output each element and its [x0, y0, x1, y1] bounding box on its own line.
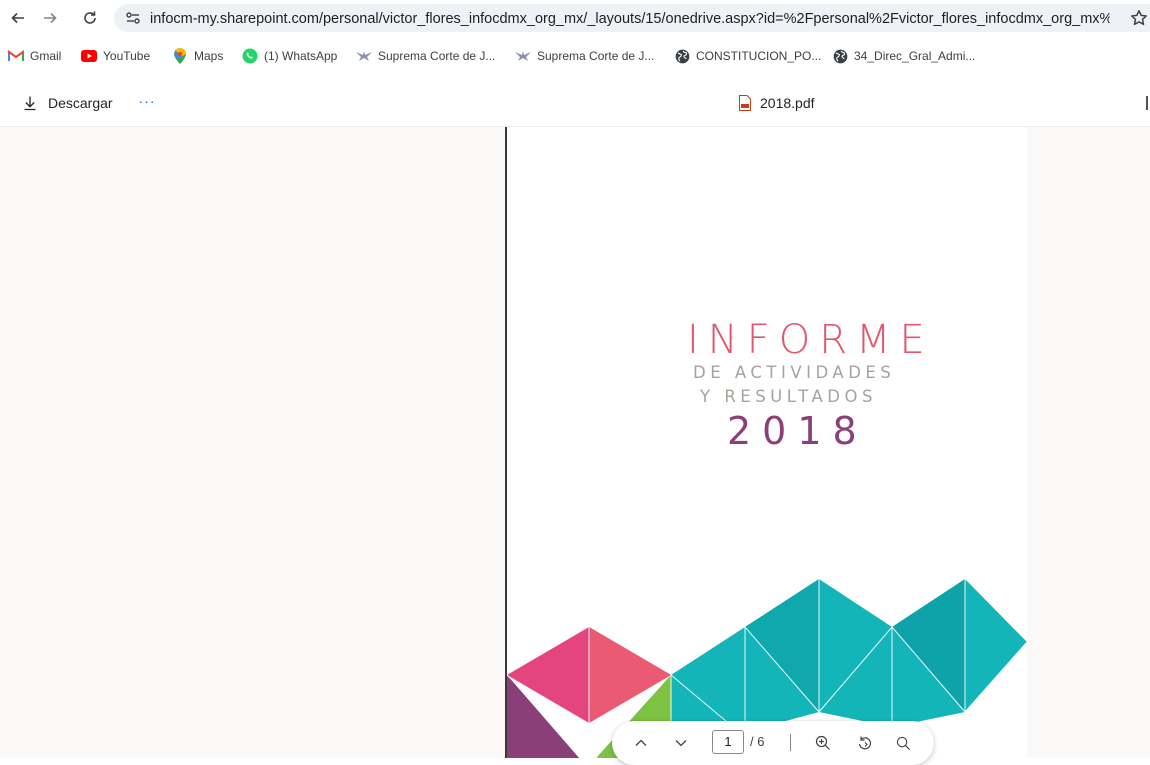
- gmail-icon: [8, 48, 24, 64]
- pager-divider: [790, 734, 791, 751]
- forward-arrow-icon[interactable]: [38, 6, 62, 30]
- cover-title: INFORME: [687, 317, 934, 363]
- url-text[interactable]: infocm-my.sharepoint.com/personal/victor…: [150, 10, 1110, 28]
- download-label: Descargar: [48, 95, 113, 111]
- browser-address-row: infocm-my.sharepoint.com/personal/victor…: [0, 0, 1150, 36]
- bookmark-label: CONSTITUCION_PO...: [696, 49, 822, 63]
- eagle-icon: [356, 48, 372, 64]
- bookmark-label: (1) WhatsApp: [264, 49, 338, 63]
- search-icon[interactable]: [892, 732, 914, 754]
- page-total: / 6: [750, 734, 765, 749]
- bookmark-gmail[interactable]: Gmail: [8, 44, 61, 68]
- bookmark-constitucion[interactable]: CONSTITUCION_PO...: [674, 44, 821, 68]
- whatsapp-icon: [242, 48, 258, 64]
- rotate-icon[interactable]: [854, 732, 876, 754]
- bookmark-youtube[interactable]: YouTube: [81, 44, 150, 68]
- globe-icon: [832, 48, 848, 64]
- bookmarks-bar: Gmail YouTube Maps (1) WhatsApp Suprema …: [0, 44, 1150, 68]
- maps-icon: [172, 48, 188, 64]
- bookmark-direc-gral[interactable]: 34_Direc_Gral_Admi...: [832, 44, 975, 68]
- pdf-file-icon: [739, 95, 751, 111]
- toolbar-divider: [1146, 96, 1148, 110]
- chevron-up-icon[interactable]: [630, 732, 652, 754]
- bookmark-label: 34_Direc_Gral_Admi...: [854, 49, 976, 63]
- cover-year: 2018: [727, 409, 868, 453]
- download-button[interactable]: Descargar: [22, 92, 113, 114]
- document-canvas[interactable]: INFORME DE ACTIVIDADES Y RESULTADOS 2018: [0, 127, 1150, 758]
- eagle-icon: [515, 48, 531, 64]
- site-info-icon[interactable]: [124, 9, 142, 27]
- file-title: 2018.pdf: [738, 92, 815, 114]
- more-options-button[interactable]: ···: [136, 90, 158, 112]
- bookmark-label: Maps: [194, 49, 224, 63]
- page-navigation-bar: 1 / 6: [612, 721, 934, 765]
- bookmark-star-icon[interactable]: [1128, 7, 1150, 29]
- reload-icon[interactable]: [78, 6, 102, 30]
- file-name: 2018.pdf: [760, 95, 815, 111]
- teal-band: [671, 579, 1027, 742]
- pdf-page[interactable]: INFORME DE ACTIVIDADES Y RESULTADOS 2018: [505, 127, 1027, 758]
- youtube-icon: [81, 48, 97, 64]
- cover-subtitle-line2: Y RESULTADOS: [700, 387, 877, 406]
- bookmark-suprema-corte-2[interactable]: Suprema Corte de J...: [515, 44, 654, 68]
- bookmark-whatsapp[interactable]: (1) WhatsApp: [242, 44, 337, 68]
- viewer-toolbar: Descargar ··· 2018.pdf: [0, 82, 1150, 127]
- bookmark-label: YouTube: [103, 49, 151, 63]
- cover-subtitle-line1: DE ACTIVIDADES: [693, 363, 896, 382]
- chevron-down-icon[interactable]: [670, 732, 692, 754]
- back-arrow-icon[interactable]: [6, 6, 30, 30]
- page-number-input[interactable]: 1: [712, 730, 744, 754]
- globe-icon: [674, 48, 690, 64]
- bookmark-suprema-corte-1[interactable]: Suprema Corte de J...: [356, 44, 495, 68]
- bookmark-label: Gmail: [30, 49, 62, 63]
- address-bar[interactable]: infocm-my.sharepoint.com/personal/victor…: [114, 4, 1150, 32]
- bookmark-maps[interactable]: Maps: [172, 44, 223, 68]
- zoom-in-icon[interactable]: [812, 732, 834, 754]
- download-icon: [24, 96, 36, 111]
- bookmark-label: Suprema Corte de J...: [537, 49, 655, 63]
- bookmark-label: Suprema Corte de J...: [378, 49, 496, 63]
